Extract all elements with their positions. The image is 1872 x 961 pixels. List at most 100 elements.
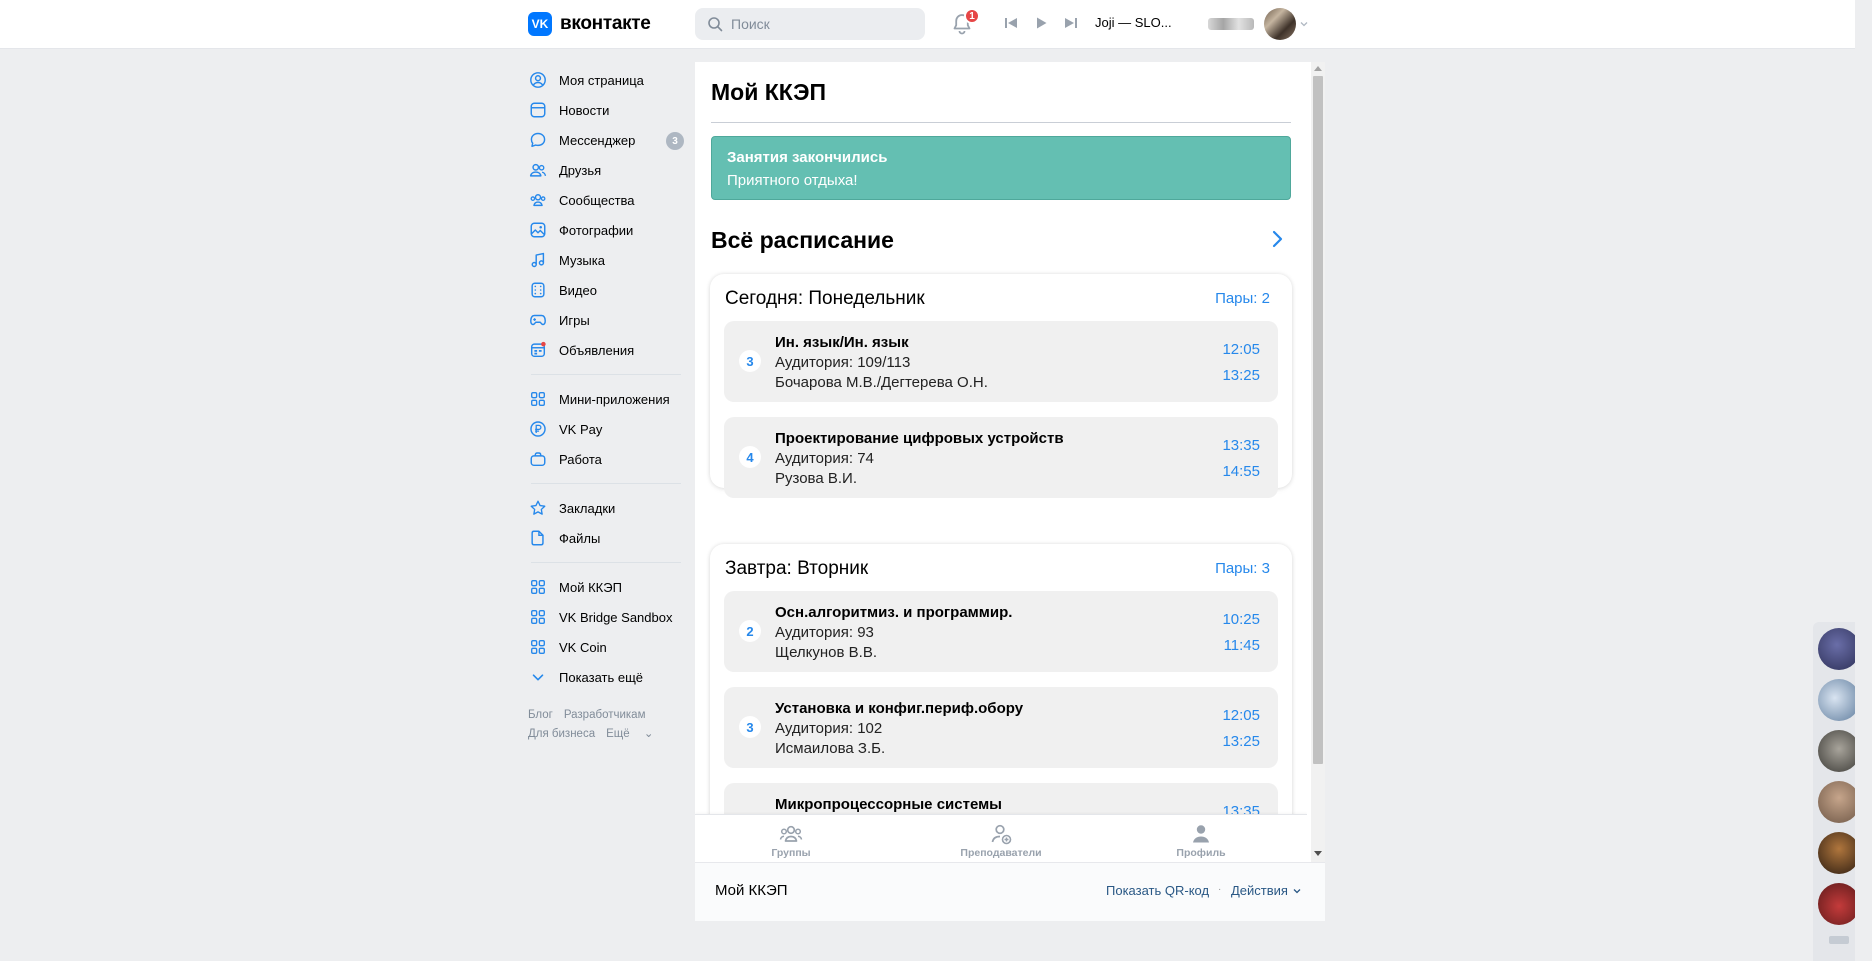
profile-name-blurred: [1208, 18, 1254, 30]
lesson-number: 3: [739, 716, 761, 738]
sidebar-item-video[interactable]: Видео: [528, 275, 684, 305]
app-footer: Мой ККЭП Показать QR-код · Действия: [695, 862, 1325, 921]
lessons-count: Пары: 2: [1215, 290, 1270, 307]
next-track-icon[interactable]: [1063, 15, 1079, 31]
notice-heading: Занятия закончились: [727, 149, 888, 166]
chat-avatar[interactable]: [1818, 628, 1860, 670]
top-bar: VK вконтакте 1 Joji — SLO...: [0, 0, 1855, 49]
chat-avatar[interactable]: [1818, 781, 1860, 823]
notifications-badge: 1: [964, 8, 980, 24]
chat-avatar[interactable]: [1818, 832, 1860, 874]
lesson-teacher: Щелкунов В.В.: [775, 644, 877, 661]
lesson-start-time: 12:05: [1222, 707, 1260, 724]
now-playing-track[interactable]: Joji — SLO...: [1095, 15, 1172, 30]
sidebar-item-work[interactable]: Работа: [528, 444, 684, 474]
lessons-count: Пары: 3: [1215, 560, 1270, 577]
sidebar-item-my-page[interactable]: Моя страница: [528, 65, 684, 95]
message-icon: [528, 130, 548, 150]
schedule-heading: Всё расписание: [711, 227, 894, 253]
actions-menu[interactable]: Действия: [1231, 883, 1302, 898]
lesson-item[interactable]: 2 Осн.алгоритмиз. и программир. Аудитори…: [724, 591, 1278, 672]
mini-app-panel: Мой ККЭП Занятия закончились Приятного о…: [695, 62, 1325, 921]
sidebar-item-classifieds[interactable]: Объявления: [528, 335, 684, 365]
sidebar-item-label: VK Coin: [559, 639, 607, 655]
vk-logo-icon: VK: [528, 12, 552, 36]
search-icon: [708, 17, 723, 32]
chat-list-toggle[interactable]: [1829, 936, 1849, 944]
footer-link-more[interactable]: Ещё ⌄: [606, 728, 664, 740]
sidebar-item-news[interactable]: Новости: [528, 95, 684, 125]
lesson-room: Аудитория: 102: [775, 720, 883, 737]
lesson-teacher: Бочарова М.В./Дегтерева О.Н.: [775, 374, 988, 391]
avatar: [1264, 8, 1296, 40]
footer-link-blog[interactable]: Блог: [528, 709, 553, 721]
app-scrollbar[interactable]: [1311, 62, 1325, 862]
chat-avatar[interactable]: [1818, 730, 1860, 772]
sidebar-item-mini-apps[interactable]: Мини-приложения: [528, 384, 684, 414]
vk-logo[interactable]: VK вконтакте: [528, 12, 651, 36]
vk-logo-text: вконтакте: [560, 13, 651, 34]
chat-avatar[interactable]: [1818, 883, 1860, 925]
sidebar-item-communities[interactable]: Сообщества: [528, 185, 684, 215]
footer-link-developers[interactable]: Разработчикам: [564, 709, 646, 721]
music-icon: [528, 250, 548, 270]
lesson-subject: Ин. язык/Ин. язык: [775, 334, 909, 351]
sidebar-item-label: Закладки: [559, 500, 616, 516]
gamepad-icon: [528, 310, 548, 330]
actions-label: Действия: [1231, 883, 1288, 898]
show-qr-link[interactable]: Показать QR-код: [1106, 883, 1209, 898]
apps-icon: [528, 607, 548, 627]
photos-icon: [528, 220, 548, 240]
notifications-button[interactable]: 1: [950, 8, 980, 36]
app-name: Мой ККЭП: [715, 882, 788, 899]
scroll-up-arrow[interactable]: [1314, 66, 1322, 71]
lesson-item[interactable]: 3 Установка и конфиг.периф.обору Аудитор…: [724, 687, 1278, 768]
scroll-down-arrow[interactable]: [1314, 851, 1322, 856]
lesson-start-time: 12:05: [1222, 341, 1260, 358]
lesson-end-time: 13:25: [1222, 733, 1260, 750]
tab-groups[interactable]: Группы: [736, 819, 846, 859]
lesson-end-time: 11:45: [1223, 637, 1260, 654]
lesson-room: Аудитория: 93: [775, 624, 874, 641]
sidebar-item-bookmarks[interactable]: Закладки: [528, 493, 684, 523]
lesson-item[interactable]: 3 Ин. язык/Ин. язык Аудитория: 109/113 Б…: [724, 321, 1278, 402]
sidebar-item-my-kkep[interactable]: Мой ККЭП: [528, 572, 684, 602]
sidebar-item-friends[interactable]: Друзья: [528, 155, 684, 185]
briefcase-icon: [528, 449, 548, 469]
tab-profile[interactable]: Профиль: [1146, 819, 1256, 859]
window-scrollbar[interactable]: [1855, 0, 1872, 961]
footer-separator: ·: [1218, 884, 1222, 895]
chat-avatar[interactable]: [1818, 679, 1860, 721]
scrollbar-thumb[interactable]: [1313, 76, 1323, 764]
tab-teachers[interactable]: Преподаватели: [946, 819, 1056, 859]
sidebar-item-vk-coin[interactable]: VK Coin: [528, 632, 684, 662]
sidebar-item-label: Игры: [559, 312, 590, 328]
lesson-end-time: 13:25: [1222, 367, 1260, 384]
classifieds-icon: [528, 340, 548, 360]
footer-link-business[interactable]: Для бизнеса: [528, 728, 595, 740]
sidebar-item-label: Видео: [559, 282, 597, 298]
sidebar-item-label: Новости: [559, 102, 610, 118]
play-icon[interactable]: [1033, 15, 1049, 31]
sidebar-item-games[interactable]: Игры: [528, 305, 684, 335]
groups-icon: [779, 825, 803, 842]
sidebar-item-vk-bridge-sandbox[interactable]: VK Bridge Sandbox: [528, 602, 684, 632]
sidebar-item-music[interactable]: Музыка: [528, 245, 684, 275]
chevron-right-icon[interactable]: [1267, 227, 1287, 251]
sidebar-item-show-more[interactable]: Показать ещё: [528, 662, 684, 692]
sidebar-item-messenger[interactable]: Мессенджер 3: [528, 125, 684, 155]
sidebar-item-vk-pay[interactable]: VK Pay: [528, 414, 684, 444]
news-icon: [528, 100, 548, 120]
lesson-number: 4: [739, 446, 761, 468]
sidebar-item-files[interactable]: Файлы: [528, 523, 684, 553]
sidebar-item-label: Мой ККЭП: [559, 579, 622, 595]
sidebar-item-photos[interactable]: Фотографии: [528, 215, 684, 245]
search-input[interactable]: [729, 15, 913, 33]
sidebar-divider: [531, 562, 681, 563]
profile-menu[interactable]: [1208, 8, 1308, 40]
video-icon: [528, 280, 548, 300]
lesson-item[interactable]: 4 Проектирование цифровых устройств Ауди…: [724, 417, 1278, 498]
previous-track-icon[interactable]: [1003, 15, 1019, 31]
notice-text: Приятного отдыха!: [727, 172, 858, 189]
search-box[interactable]: [695, 8, 925, 40]
